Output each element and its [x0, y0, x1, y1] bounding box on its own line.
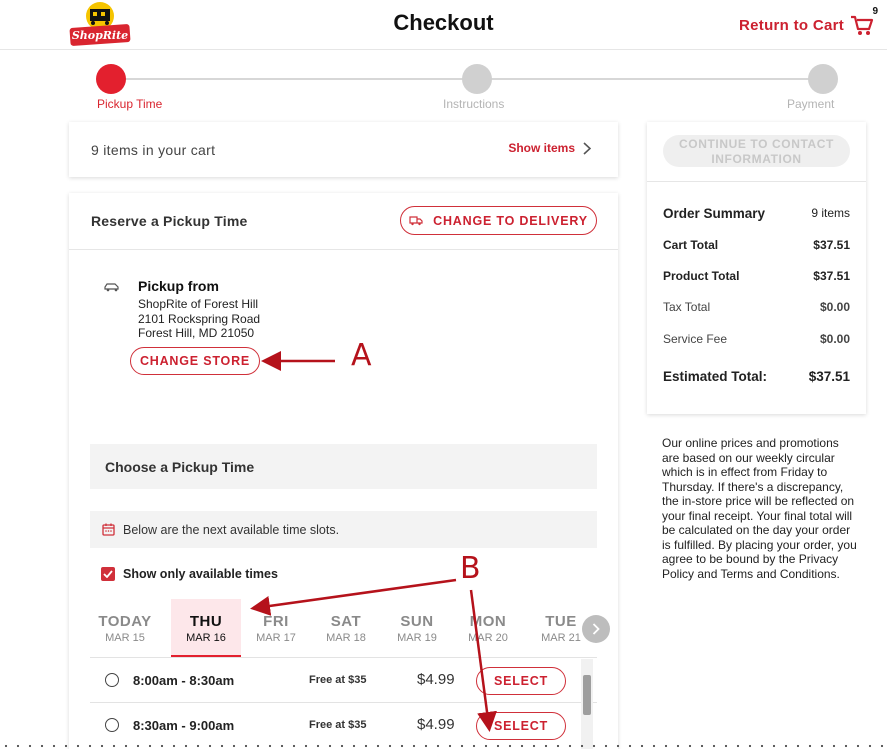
- day-tab-thu[interactable]: THU MAR 16: [171, 599, 241, 657]
- product-total-row: Product Total $37.51: [663, 269, 850, 283]
- time-slot-time: 8:00am - 8:30am: [133, 673, 235, 688]
- step-label-payment: Payment: [787, 97, 835, 111]
- cart-item-count: 9 items in your cart: [91, 142, 216, 158]
- day-tab-today[interactable]: TODAY MAR 15: [90, 599, 160, 657]
- day-name: TODAY: [98, 613, 152, 630]
- day-tab-sun[interactable]: SUN MAR 19: [382, 599, 452, 657]
- available-slots-text: Below are the next available time slots.: [123, 522, 340, 537]
- time-slot-free-note: Free at $35: [309, 674, 367, 686]
- order-summary-title: Order Summary: [663, 206, 766, 221]
- change-to-delivery-button[interactable]: CHANGE TO DELIVERY: [400, 206, 597, 235]
- checkmark-icon: [103, 570, 113, 578]
- change-to-delivery-label: CHANGE TO DELIVERY: [433, 213, 588, 228]
- estimated-total-row: Estimated Total: $37.51: [663, 369, 850, 384]
- cart-total-value: $37.51: [813, 238, 850, 252]
- next-days-button[interactable]: [582, 615, 610, 643]
- day-date: MAR 18: [326, 632, 366, 644]
- select-slot-button[interactable]: SELECT: [476, 667, 566, 695]
- cart-icon[interactable]: 9: [850, 6, 878, 36]
- continue-to-contact-button[interactable]: CONTINUE TO CONTACT INFORMATION: [663, 135, 850, 167]
- change-store-button[interactable]: CHANGE STORE: [130, 347, 260, 375]
- store-name: ShopRite of Forest Hill: [138, 297, 259, 311]
- show-available-toggle[interactable]: Show only available times: [101, 567, 278, 581]
- available-slots-info: Below are the next available time slots.: [90, 511, 597, 548]
- show-available-checkbox[interactable]: [101, 567, 115, 581]
- cart-summary-card: 9 items in your cart Show items: [69, 122, 618, 177]
- time-slot-price: $4.99: [417, 671, 455, 688]
- product-total-label: Product Total: [663, 269, 740, 283]
- tax-total-label: Tax Total: [663, 300, 711, 314]
- time-slot-time: 8:30am - 9:00am: [133, 718, 235, 733]
- chevron-right-icon: [592, 623, 600, 635]
- torn-edge-border: [0, 744, 887, 748]
- header: ShopRite Checkout Return to Cart 9: [0, 0, 887, 50]
- step-dot-pickup-time: [96, 64, 126, 94]
- show-items-label: Show items: [508, 141, 575, 155]
- step-label-instructions: Instructions: [443, 97, 505, 111]
- summary-divider: [647, 181, 866, 182]
- day-date: MAR 16: [186, 632, 226, 644]
- time-slot-list: 8:00am - 8:30am Free at $35 $4.99 SELECT…: [90, 657, 597, 747]
- annotation-label-b: B: [460, 551, 481, 586]
- day-tab-mon[interactable]: MON MAR 20: [453, 599, 523, 657]
- step-dot-instructions: [462, 64, 492, 94]
- pickup-from-heading: Pickup from: [138, 278, 219, 294]
- estimated-total-label: Estimated Total:: [663, 369, 768, 384]
- show-available-label: Show only available times: [123, 567, 278, 581]
- product-total-value: $37.51: [813, 269, 850, 283]
- time-slot-price: $4.99: [417, 716, 455, 733]
- summary-header-row: Order Summary 9 items: [663, 206, 850, 221]
- time-slot-free-note: Free at $35: [309, 719, 367, 731]
- day-date: MAR 20: [468, 632, 508, 644]
- time-slot-row[interactable]: 8:00am - 8:30am Free at $35 $4.99 SELECT: [90, 657, 597, 702]
- pricing-disclaimer: Our online prices and promotions are bas…: [662, 436, 857, 581]
- select-slot-button[interactable]: SELECT: [476, 712, 566, 740]
- reserve-header: Reserve a Pickup Time CHANGE TO DELIVERY: [69, 193, 618, 250]
- order-item-count: 9 items: [811, 206, 850, 220]
- calendar-icon: [102, 523, 115, 536]
- estimated-total-value: $37.51: [808, 369, 850, 384]
- cart-count-badge: 9: [872, 6, 879, 17]
- choose-pickup-time-header: Choose a Pickup Time: [90, 444, 597, 489]
- day-date: MAR 15: [105, 632, 145, 644]
- reserve-title: Reserve a Pickup Time: [91, 213, 248, 229]
- reserve-pickup-card: Reserve a Pickup Time CHANGE TO DELIVERY…: [69, 193, 618, 749]
- day-name: FRI: [263, 613, 289, 630]
- time-slot-row[interactable]: 8:30am - 9:00am Free at $35 $4.99 SELECT: [90, 702, 597, 747]
- store-address-line2: Forest Hill, MD 21050: [138, 326, 255, 340]
- day-name: SUN: [400, 613, 434, 630]
- return-to-cart-link[interactable]: Return to Cart 9: [739, 6, 878, 36]
- scrollbar-thumb[interactable]: [583, 675, 591, 715]
- chevron-right-icon: [583, 141, 591, 155]
- time-slot-radio[interactable]: [105, 673, 119, 687]
- day-date: MAR 17: [256, 632, 296, 644]
- day-tab-fri[interactable]: FRI MAR 17: [241, 599, 311, 657]
- service-fee-label: Service Fee: [663, 332, 728, 346]
- annotation-label-a: A: [351, 338, 372, 373]
- tax-total-value: $0.00: [819, 300, 850, 314]
- day-name: MON: [469, 613, 507, 630]
- step-dot-payment: [808, 64, 838, 94]
- return-to-cart-label: Return to Cart: [739, 16, 845, 34]
- tax-total-row: Tax Total $0.00: [663, 300, 850, 314]
- cart-total-row: Cart Total $37.51: [663, 238, 850, 252]
- show-items-button[interactable]: Show items: [508, 141, 591, 155]
- service-fee-value: $0.00: [819, 332, 850, 346]
- step-label-pickup-time: Pickup Time: [97, 97, 163, 111]
- day-selector: TODAY MAR 15 THU MAR 16 FRI MAR 17 SAT MAR 1…: [90, 599, 610, 657]
- day-tab-sat[interactable]: SAT MAR 18: [311, 599, 381, 657]
- day-date: MAR 19: [397, 632, 437, 644]
- day-name: THU: [189, 613, 223, 630]
- day-name: SAT: [330, 613, 362, 630]
- cart-total-label: Cart Total: [663, 238, 719, 252]
- store-address-line1: 2101 Rockspring Road: [138, 312, 261, 326]
- choose-pickup-time-title: Choose a Pickup Time: [105, 459, 255, 475]
- truck-icon: [409, 215, 423, 225]
- slot-list-scrollbar[interactable]: [581, 659, 593, 749]
- time-slot-radio[interactable]: [105, 718, 119, 732]
- service-fee-row: Service Fee $0.00: [663, 332, 850, 346]
- car-icon: [104, 283, 119, 292]
